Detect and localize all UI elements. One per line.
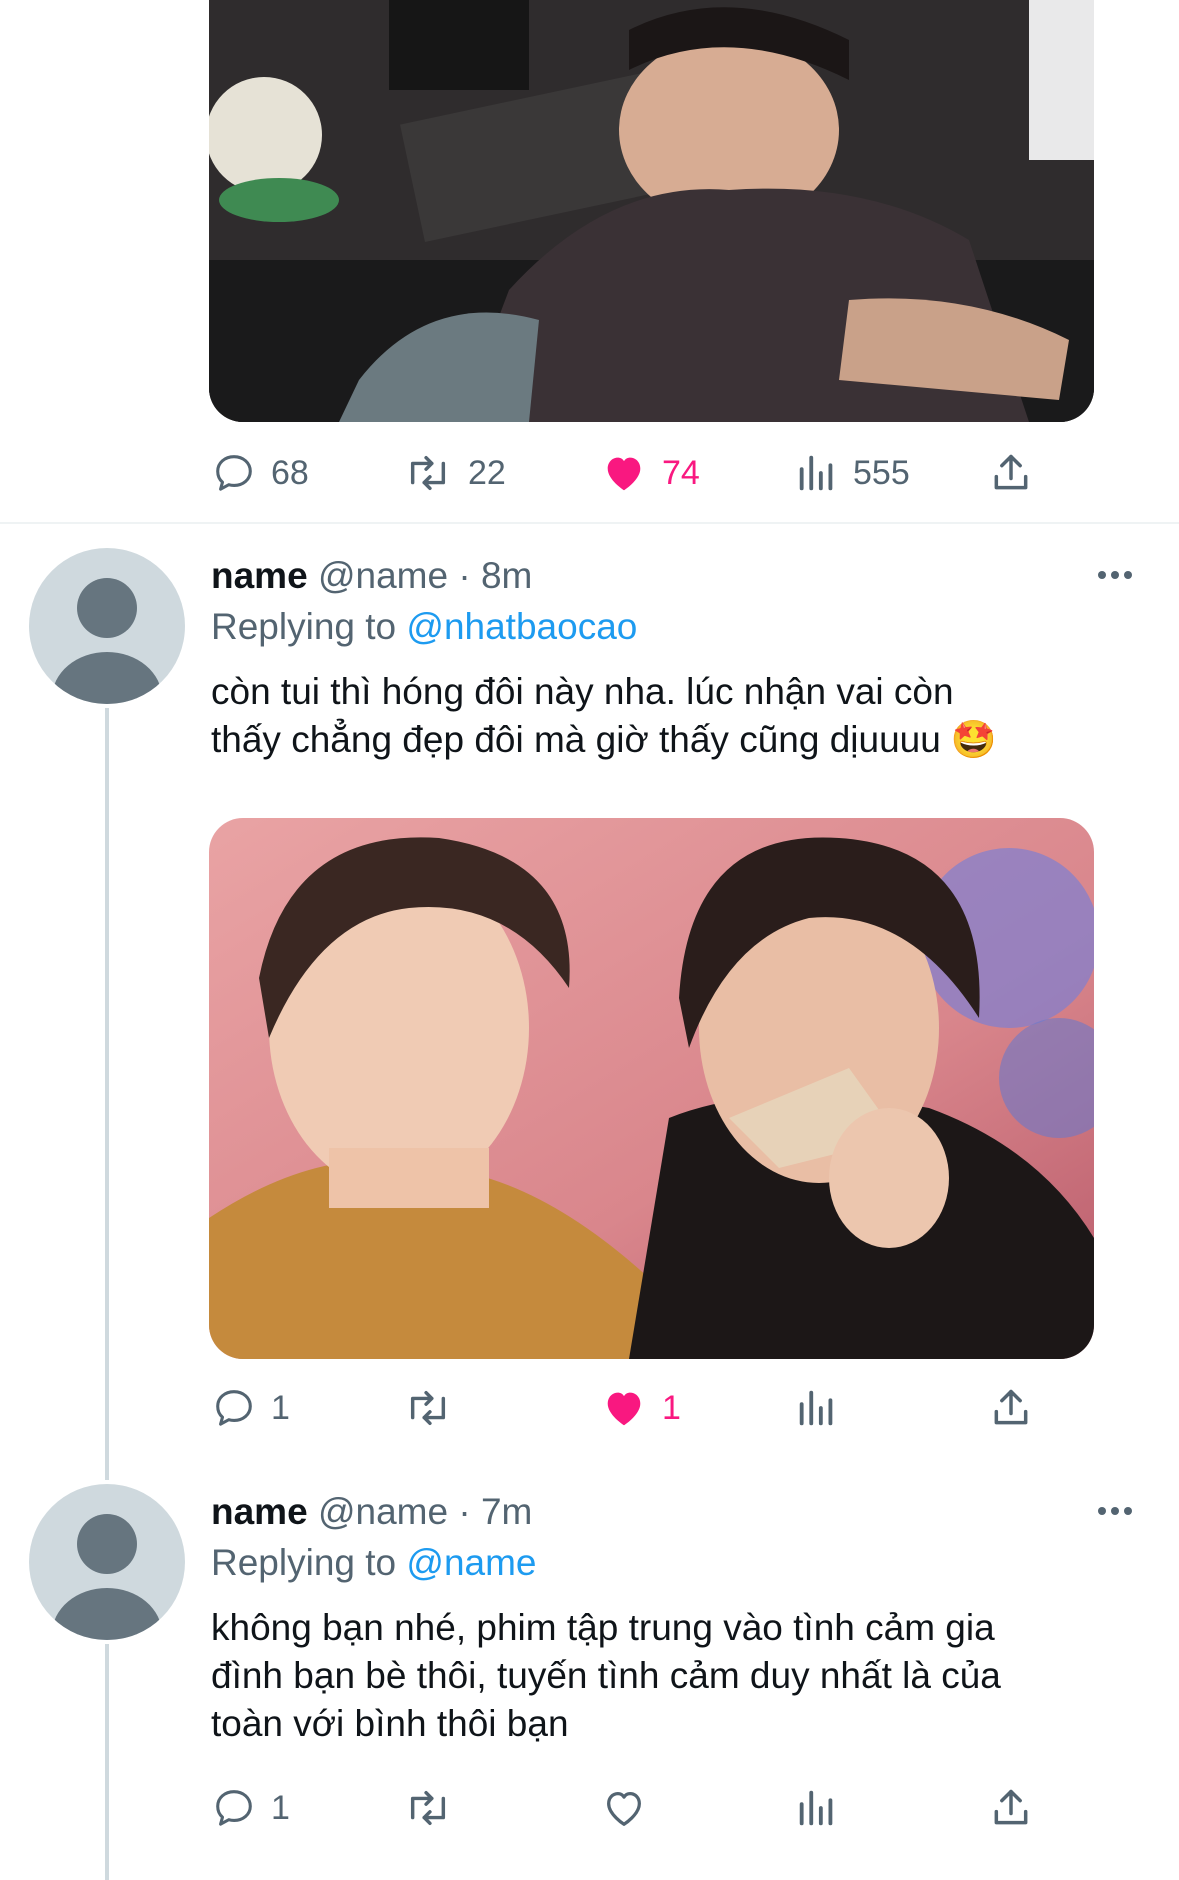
- heart-icon: [607, 1791, 641, 1826]
- heart-icon: [607, 457, 641, 491]
- tweet-photo[interactable]: [209, 818, 1094, 1359]
- views-icon: [799, 1390, 833, 1426]
- like-action[interactable]: 74: [600, 450, 700, 496]
- like-count: 74: [662, 453, 700, 492]
- reply-count: 1: [271, 1788, 290, 1827]
- avatar-icon: [52, 578, 162, 704]
- replying-prefix: Replying to: [211, 606, 397, 647]
- reply-icon: [216, 455, 252, 491]
- heart-icon: [607, 1392, 641, 1426]
- views-action[interactable]: [795, 1385, 853, 1431]
- photo-illustration: [209, 0, 1094, 422]
- reply-count: 68: [271, 453, 309, 492]
- reply-icon: [216, 1790, 252, 1826]
- like-action[interactable]: 1: [600, 1385, 681, 1431]
- views-count: 555: [853, 453, 910, 492]
- star-struck-emoji: 🤩: [950, 718, 997, 761]
- share-icon: [994, 1389, 1028, 1425]
- tweet-text-line: không bạn nhé, phim tập trung vào tình c…: [211, 1607, 995, 1648]
- replying-to: Replying to @name: [211, 1542, 537, 1584]
- like-count: 1: [662, 1388, 681, 1427]
- retweet-count: 22: [468, 453, 506, 492]
- more-icon[interactable]: [1098, 1507, 1132, 1515]
- retweet-action[interactable]: 22: [402, 450, 506, 496]
- views-action[interactable]: [795, 1785, 853, 1831]
- replying-handle[interactable]: @name: [406, 1542, 536, 1583]
- share-action[interactable]: [989, 450, 1033, 496]
- replying-handle[interactable]: @nhatbaocao: [406, 606, 637, 647]
- display-name[interactable]: name: [211, 555, 308, 596]
- reply-action[interactable]: 1: [211, 1785, 290, 1831]
- reply-icon: [216, 1390, 252, 1426]
- retweet-action[interactable]: [402, 1385, 468, 1431]
- thread-line: [105, 1644, 109, 1880]
- reply-action[interactable]: 1: [211, 1385, 290, 1431]
- timestamp[interactable]: 7m: [481, 1491, 532, 1532]
- replying-prefix: Replying to: [211, 1542, 397, 1583]
- handle[interactable]: @name: [318, 1491, 448, 1532]
- tweet-text-line: toàn với bình thôi bạn: [211, 1703, 569, 1744]
- more-icon[interactable]: [1098, 571, 1132, 579]
- share-action[interactable]: [989, 1785, 1033, 1831]
- tweet-header: name @name · 8m: [211, 555, 532, 597]
- tweet-divider: [0, 522, 1179, 524]
- tweet-text: còn tui thì hóng đôi này nha. lúc nhận v…: [211, 668, 997, 764]
- retweet-icon: [410, 1390, 446, 1426]
- thread-line: [105, 708, 109, 1480]
- tweet-text-line: thấy chẳng đẹp đôi mà giờ thấy cũng dịuu…: [211, 719, 941, 760]
- retweet-icon: [410, 1790, 446, 1826]
- retweet-icon: [410, 455, 446, 491]
- like-action[interactable]: [600, 1785, 662, 1831]
- tweet-text-line: còn tui thì hóng đôi này nha. lúc nhận v…: [211, 671, 954, 712]
- retweet-action[interactable]: [402, 1785, 468, 1831]
- views-icon: [799, 1790, 833, 1826]
- share-action[interactable]: [989, 1385, 1033, 1431]
- views-action[interactable]: 555: [795, 450, 910, 496]
- display-name[interactable]: name: [211, 1491, 308, 1532]
- reply-action[interactable]: 68: [211, 450, 309, 496]
- share-icon: [994, 454, 1028, 490]
- tweet-text: không bạn nhé, phim tập trung vào tình c…: [211, 1604, 1001, 1748]
- share-icon: [994, 1789, 1028, 1825]
- photo-illustration: [209, 818, 1094, 1359]
- tweet-text-line: đình bạn bè thôi, tuyến tình cảm duy nhấ…: [211, 1655, 1001, 1696]
- replying-to: Replying to @nhatbaocao: [211, 606, 637, 648]
- tweet-photo-top[interactable]: [209, 0, 1094, 422]
- handle[interactable]: @name: [318, 555, 448, 596]
- separator: ·: [458, 1491, 471, 1532]
- avatar-icon: [52, 1514, 162, 1640]
- reply-count: 1: [271, 1388, 290, 1427]
- avatar[interactable]: [29, 548, 185, 704]
- separator: ·: [458, 555, 471, 596]
- avatar[interactable]: [29, 1484, 185, 1640]
- tweet-header: name @name · 7m: [211, 1491, 532, 1533]
- views-icon: [799, 455, 833, 491]
- timestamp[interactable]: 8m: [481, 555, 532, 596]
